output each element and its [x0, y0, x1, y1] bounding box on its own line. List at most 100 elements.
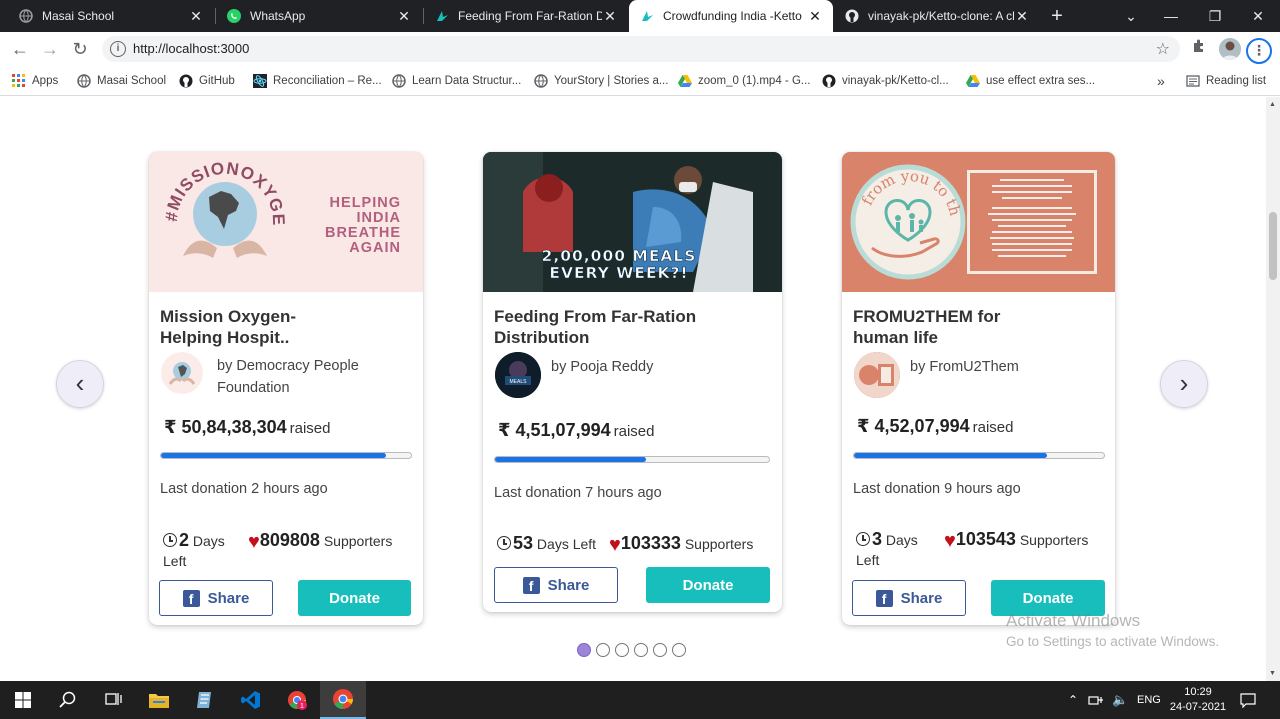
- share-button[interactable]: f Share: [852, 580, 966, 616]
- system-clock[interactable]: 10:29 24-07-2021: [1168, 685, 1228, 715]
- new-tab-button[interactable]: +: [1046, 5, 1068, 27]
- apps-grid-icon: [12, 74, 26, 88]
- url-text[interactable]: http://localhost:3000: [133, 41, 249, 56]
- extensions-puzzle-icon[interactable]: [1188, 38, 1210, 60]
- restore-icon[interactable]: ❐: [1193, 0, 1237, 32]
- share-button[interactable]: f Share: [159, 580, 273, 616]
- campaign-image[interactable]: 2,00,000 MEALS EVERY WEEK?!: [483, 152, 782, 292]
- campaign-title[interactable]: Mission Oxygen- Helping Hospit..: [160, 306, 410, 348]
- bookmark-label: use effect extra ses...: [986, 75, 1096, 87]
- bookmarks-overflow-chevron[interactable]: »: [1157, 72, 1165, 90]
- volume-icon[interactable]: 🔈: [1112, 681, 1128, 719]
- watermark-title: Activate Windows: [1006, 611, 1141, 630]
- language-indicator[interactable]: ENG: [1137, 681, 1161, 719]
- page-scrollbar[interactable]: ▲ ▼: [1266, 97, 1280, 681]
- page-content: ‹ › #MISSIONOXYGEN HELPING INDIA BREATHE…: [0, 97, 1266, 681]
- carousel-next-button[interactable]: ›: [1160, 360, 1208, 408]
- network-icon[interactable]: [1088, 681, 1104, 719]
- show-hidden-icons-chevron[interactable]: ⌃: [1068, 681, 1078, 719]
- close-tab-icon[interactable]: ✕: [602, 8, 618, 25]
- tab-feeding-from-far[interactable]: Feeding From Far-Ration Dist ✕: [424, 0, 628, 32]
- bookmark-apps[interactable]: Apps: [12, 72, 58, 90]
- vscode-icon[interactable]: [228, 681, 274, 719]
- tab-search-icon[interactable]: ⌄: [1109, 0, 1153, 32]
- file-explorer-icon[interactable]: [136, 681, 182, 719]
- close-tab-icon[interactable]: ✕: [807, 8, 823, 25]
- tab-github-ketto-clone[interactable]: vinayak-pk/Ketto-clone: A clo ✕: [834, 0, 1040, 32]
- carousel-dot[interactable]: [672, 643, 686, 657]
- reload-icon[interactable]: ↻: [68, 38, 92, 60]
- carousel-dot[interactable]: [653, 643, 667, 657]
- campaign-image[interactable]: from you to them: [842, 152, 1115, 292]
- image-text-line: BREATHE: [325, 225, 401, 241]
- github-icon: [844, 8, 860, 24]
- bookmark-masai-school[interactable]: Masai School: [77, 72, 166, 90]
- close-window-icon[interactable]: ✕: [1236, 0, 1280, 32]
- campaign-image[interactable]: #MISSIONOXYGEN HELPING INDIA BREATHE AGA…: [149, 152, 423, 292]
- creator-name: by FromU2Them: [910, 359, 1019, 375]
- scroll-up-arrow-icon[interactable]: ▲: [1269, 101, 1276, 108]
- forward-arrow-icon[interactable]: →: [38, 38, 62, 60]
- browser-menu-icon[interactable]: ⋮: [1246, 38, 1272, 64]
- carousel-dot[interactable]: [615, 643, 629, 657]
- creator-avatar: [161, 352, 203, 394]
- carousel-dot[interactable]: [634, 643, 648, 657]
- supporters-number: 809808: [259, 530, 320, 550]
- amount-raised: ₹ 4,51,07,994 raised: [498, 420, 654, 441]
- tab-crowdfunding-india-ketto[interactable]: Crowdfunding India -Ketto ✕: [629, 0, 833, 32]
- heart-icon: ♥: [944, 530, 956, 552]
- site-info-icon[interactable]: i: [110, 41, 126, 57]
- close-tab-icon[interactable]: ✕: [396, 8, 412, 25]
- clock-icon: [856, 532, 870, 546]
- bookmark-zoom-video[interactable]: zoom_0 (1).mp4 - G...: [678, 72, 810, 90]
- campaign-card[interactable]: #MISSIONOXYGEN HELPING INDIA BREATHE AGA…: [149, 152, 423, 625]
- tab-masai-school[interactable]: Masai School ✕: [8, 0, 214, 32]
- browser-tab-bar: Masai School ✕ WhatsApp ✕ Feeding From F…: [0, 0, 1280, 32]
- share-button[interactable]: f Share: [494, 567, 618, 603]
- last-donation-text: Last donation 9 hours ago: [853, 481, 1021, 497]
- bookmark-yourstory[interactable]: YourStory | Stories a...: [534, 72, 668, 90]
- supporters-label: Supporters: [684, 536, 754, 552]
- minimize-icon[interactable]: —: [1149, 0, 1193, 32]
- notifications-icon[interactable]: [1240, 681, 1256, 719]
- campaign-card[interactable]: from you to them FROMU2THEM for human li…: [842, 152, 1115, 625]
- supporters-count: ♥809808 Supporters: [248, 530, 392, 554]
- bookmark-star-icon[interactable]: ☆: [1156, 39, 1170, 59]
- scroll-down-arrow-icon[interactable]: ▼: [1269, 670, 1276, 677]
- bookmark-github[interactable]: GitHub: [179, 72, 235, 90]
- tab-whatsapp[interactable]: WhatsApp ✕: [216, 0, 422, 32]
- days-number: 53: [513, 533, 534, 553]
- chrome-profile-icon[interactable]: 1: [274, 681, 320, 719]
- back-arrow-icon[interactable]: ←: [8, 38, 32, 60]
- campaign-title[interactable]: Feeding From Far-Ration Distribution: [494, 306, 764, 348]
- bookmark-reconciliation[interactable]: Reconciliation – Re...: [253, 72, 382, 90]
- task-view-icon[interactable]: [90, 681, 136, 719]
- carousel-prev-button[interactable]: ‹: [56, 360, 104, 408]
- carousel-dot[interactable]: [577, 643, 591, 657]
- notes-app-icon[interactable]: [182, 681, 228, 719]
- amount-raised: ₹ 4,52,07,994 raised: [857, 416, 1013, 437]
- donate-button[interactable]: Donate: [298, 580, 411, 616]
- chrome-taskbar-icon[interactable]: [320, 681, 366, 719]
- campaign-card[interactable]: 2,00,000 MEALS EVERY WEEK?! Feeding From…: [483, 152, 782, 612]
- reading-list-button[interactable]: Reading list: [1186, 72, 1266, 90]
- carousel-dot[interactable]: [596, 643, 610, 657]
- progress-fill: [161, 453, 386, 458]
- raised-label: raised: [972, 419, 1014, 436]
- bookmark-ketto-clone[interactable]: vinayak-pk/Ketto-cl...: [822, 72, 949, 90]
- last-donation-text: Last donation 7 hours ago: [494, 485, 662, 501]
- windows-start-icon[interactable]: [0, 681, 46, 719]
- profile-avatar[interactable]: [1219, 38, 1241, 60]
- close-tab-icon[interactable]: ✕: [188, 8, 204, 25]
- campaign-title[interactable]: FROMU2THEM for human life: [853, 306, 1023, 348]
- bookmarks-bar: Apps Masai School GitHub Reconciliation …: [0, 66, 1280, 96]
- bookmark-learn-data-structures[interactable]: Learn Data Structur...: [392, 72, 521, 90]
- omnibox[interactable]: i http://localhost:3000 ☆: [102, 36, 1180, 62]
- drive-icon: [966, 74, 980, 88]
- donate-button[interactable]: Donate: [646, 567, 770, 603]
- close-tab-icon[interactable]: ✕: [1014, 8, 1030, 25]
- progress-fill: [495, 457, 646, 462]
- bookmark-use-effect[interactable]: use effect extra ses...: [966, 72, 1095, 90]
- scrollbar-thumb[interactable]: [1269, 212, 1277, 280]
- search-icon[interactable]: [45, 681, 91, 719]
